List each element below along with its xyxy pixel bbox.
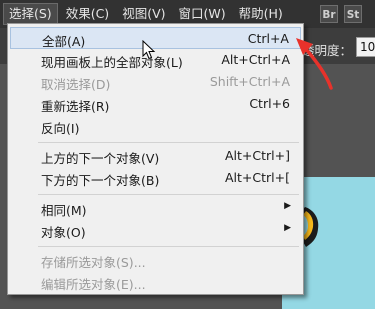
menu-item-shortcut: Ctrl+6 (249, 96, 290, 111)
menu-item-shortcut: Alt+Ctrl+[ (225, 170, 290, 185)
select-dropdown-menu: 全部(A) Ctrl+A 现用画板上的全部对象(L) Alt+Ctrl+A 取消… (7, 23, 304, 295)
menu-help[interactable]: 帮助(H) (234, 3, 288, 25)
menu-item-deselect[interactable]: 取消选择(D) Shift+Ctrl+A (10, 71, 301, 93)
mouse-pointer-icon (142, 40, 156, 60)
menu-item-shortcut: Ctrl+A (247, 31, 289, 46)
stock-icon[interactable]: St (344, 5, 362, 23)
menu-item-shortcut: Shift+Ctrl+A (209, 74, 290, 89)
menu-item-shortcut: Alt+Ctrl+A (221, 52, 290, 67)
menu-separator (38, 142, 299, 143)
menu-item-shortcut: Alt+Ctrl+] (225, 148, 290, 163)
menu-item-inverse[interactable]: 反向(I) (10, 115, 301, 137)
menu-window[interactable]: 窗口(W) (174, 3, 231, 25)
menu-item-label: 重新选择(R) (41, 99, 110, 114)
menu-item-label: 取消选择(D) (41, 77, 111, 92)
menu-item-label: 对象(O) (41, 225, 86, 240)
menu-item-label: 下方的下一个对象(B) (41, 173, 160, 188)
submenu-arrow-icon: ▶ (284, 201, 291, 211)
menu-item-label: 反向(I) (41, 121, 80, 136)
menu-select[interactable]: 选择(S) (3, 3, 58, 25)
opacity-input[interactable]: 100 (356, 37, 375, 57)
menu-item-label: 存储所选对象(S)... (41, 255, 146, 270)
menu-item-save-selection[interactable]: 存储所选对象(S)... (10, 249, 301, 271)
menu-item-next-object-above[interactable]: 上方的下一个对象(V) Alt+Ctrl+] (10, 145, 301, 167)
menu-view[interactable]: 视图(V) (117, 3, 170, 25)
submenu-arrow-icon: ▶ (284, 223, 291, 233)
menu-item-reselect[interactable]: 重新选择(R) Ctrl+6 (10, 93, 301, 115)
menu-item-label: 上方的下一个对象(V) (41, 151, 160, 166)
menu-effect[interactable]: 效果(C) (61, 3, 114, 25)
menu-item-label: 现用画板上的全部对象(L) (41, 55, 183, 70)
menu-separator (38, 194, 299, 195)
menu-item-edit-selection[interactable]: 编辑所选对象(E)... (10, 271, 301, 293)
menu-item-label: 全部(A) (42, 34, 86, 49)
menu-item-object[interactable]: 对象(O) ▶ (10, 219, 301, 241)
menu-item-same[interactable]: 相同(M) ▶ (10, 197, 301, 219)
bridge-icon[interactable]: Br (320, 5, 338, 23)
illustrator-window: 选择(S) 效果(C) 视图(V) 窗口(W) 帮助(H) Br St 透明度：… (0, 0, 375, 309)
menu-item-label: 编辑所选对象(E)... (41, 277, 146, 292)
menu-separator (38, 246, 299, 247)
menu-item-label: 相同(M) (41, 203, 87, 218)
menu-item-next-object-below[interactable]: 下方的下一个对象(B) Alt+Ctrl+[ (10, 167, 301, 189)
opacity-label: 透明度： (302, 43, 353, 58)
